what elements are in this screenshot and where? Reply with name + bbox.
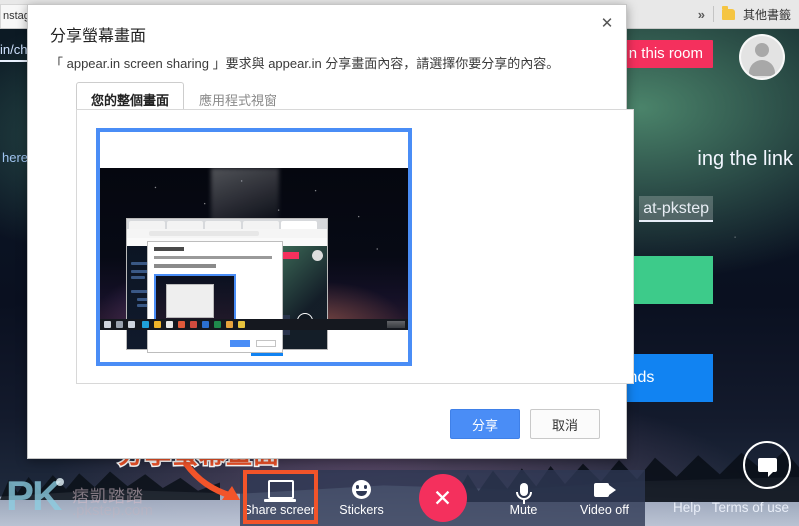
chevron-double-right-icon[interactable]: » xyxy=(698,7,705,22)
preview-browser-tabstrip xyxy=(127,219,327,229)
smiley-icon xyxy=(352,480,371,500)
preview-share-dialog xyxy=(147,241,283,353)
toolbar-label-mute: Mute xyxy=(509,502,538,517)
entire-screen-thumbnail[interactable] xyxy=(96,128,412,366)
dialog-tab-panel xyxy=(76,109,634,384)
microphone-icon xyxy=(515,480,532,504)
dialog-actions: 分享 取消 xyxy=(450,409,600,439)
terms-of-use-link[interactable]: Terms of use xyxy=(712,500,789,515)
url-fragment: in/ch xyxy=(0,42,28,57)
avatar xyxy=(739,34,785,80)
call-toolbar: Share screen Stickers ✕ Mute Video off xyxy=(240,470,645,526)
room-link-chip[interactable]: at-pkstep xyxy=(639,196,713,222)
left-text-fragment: here xyxy=(2,150,29,165)
dialog-title: 分享螢幕畫面 xyxy=(50,28,147,45)
chat-button[interactable] xyxy=(743,441,791,489)
chat-bubble-icon xyxy=(757,458,777,477)
laptop-icon xyxy=(263,480,296,502)
bookmarks-bar-right: » 其他書籤 xyxy=(698,0,799,28)
dialog-description: 「 appear.in screen sharing 」要求與 appear.i… xyxy=(50,56,560,71)
toolbar-item-video-off[interactable]: Video off xyxy=(564,470,645,526)
preview-clock xyxy=(387,321,405,328)
divider xyxy=(712,6,714,22)
hangup-button[interactable]: ✕ xyxy=(402,470,483,526)
close-x-icon: ✕ xyxy=(418,474,467,522)
close-icon[interactable]: ✕ xyxy=(596,12,618,34)
watermark-dot xyxy=(56,478,64,486)
folder-icon xyxy=(721,5,735,20)
preview-taskbar xyxy=(100,319,408,330)
preview-browser-window xyxy=(126,218,328,356)
toolbar-label-stickers: Stickers xyxy=(339,502,384,517)
watermark-logo: PK xyxy=(6,472,62,519)
screen-share-dialog: ✕ 分享螢幕畫面 「 appear.in screen sharing 」要求與… xyxy=(27,4,634,459)
cancel-button[interactable]: 取消 xyxy=(530,409,600,439)
toolbar-item-stickers[interactable]: Stickers xyxy=(321,470,402,526)
watermark-url: .pkstep.com xyxy=(72,502,153,519)
toolbar-item-mute[interactable]: Mute xyxy=(483,470,564,526)
curved-arrow-icon xyxy=(183,462,240,500)
pk-watermark: PK 痞凱踏踏 .pkstep.com xyxy=(6,472,153,522)
share-heading: ing the link xyxy=(697,148,793,170)
video-camera-icon xyxy=(593,480,616,500)
room-header-pill: n this room xyxy=(622,40,713,68)
toolbar-label-share-screen: Share screen xyxy=(243,502,318,517)
toolbar-label-video-off: Video off xyxy=(580,502,629,517)
other-bookmarks-label[interactable]: 其他書籤 xyxy=(743,6,791,23)
preview-desktop xyxy=(100,168,408,356)
help-link[interactable]: Help xyxy=(673,500,701,515)
toolbar-item-share-screen[interactable]: Share screen xyxy=(240,470,321,526)
footer-links: Help Terms of use xyxy=(673,500,789,515)
share-button[interactable]: 分享 xyxy=(450,409,520,439)
screenshot-root: nstag » 其他書籤 in/ch here n this room ing … xyxy=(0,0,799,526)
preview-avatar xyxy=(312,250,323,261)
